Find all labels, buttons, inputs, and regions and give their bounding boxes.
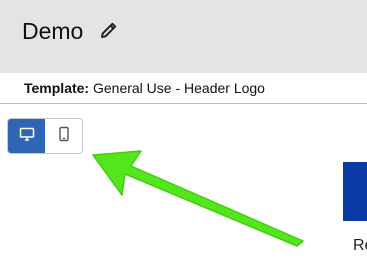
device-view-toggle <box>7 118 83 154</box>
page: Demo Template: General Use - Header Logo <box>0 0 367 277</box>
desktop-monitor-icon <box>19 126 35 147</box>
desktop-view-button[interactable] <box>8 119 45 153</box>
preview-partial-text: Re <box>353 237 367 254</box>
template-name: General Use - Header Logo <box>92 80 265 96</box>
template-info-bar: Template: General Use - Header Logo <box>0 73 367 104</box>
mobile-phone-icon <box>56 126 72 147</box>
template-info: Template: General Use - Header Logo <box>24 80 265 97</box>
template-label: Template: <box>24 80 90 96</box>
page-header: Demo <box>0 0 367 73</box>
page-title: Demo <box>22 18 84 44</box>
preview-header-block <box>343 162 367 221</box>
pencil-icon[interactable] <box>99 20 119 40</box>
mobile-view-button[interactable] <box>45 119 82 153</box>
